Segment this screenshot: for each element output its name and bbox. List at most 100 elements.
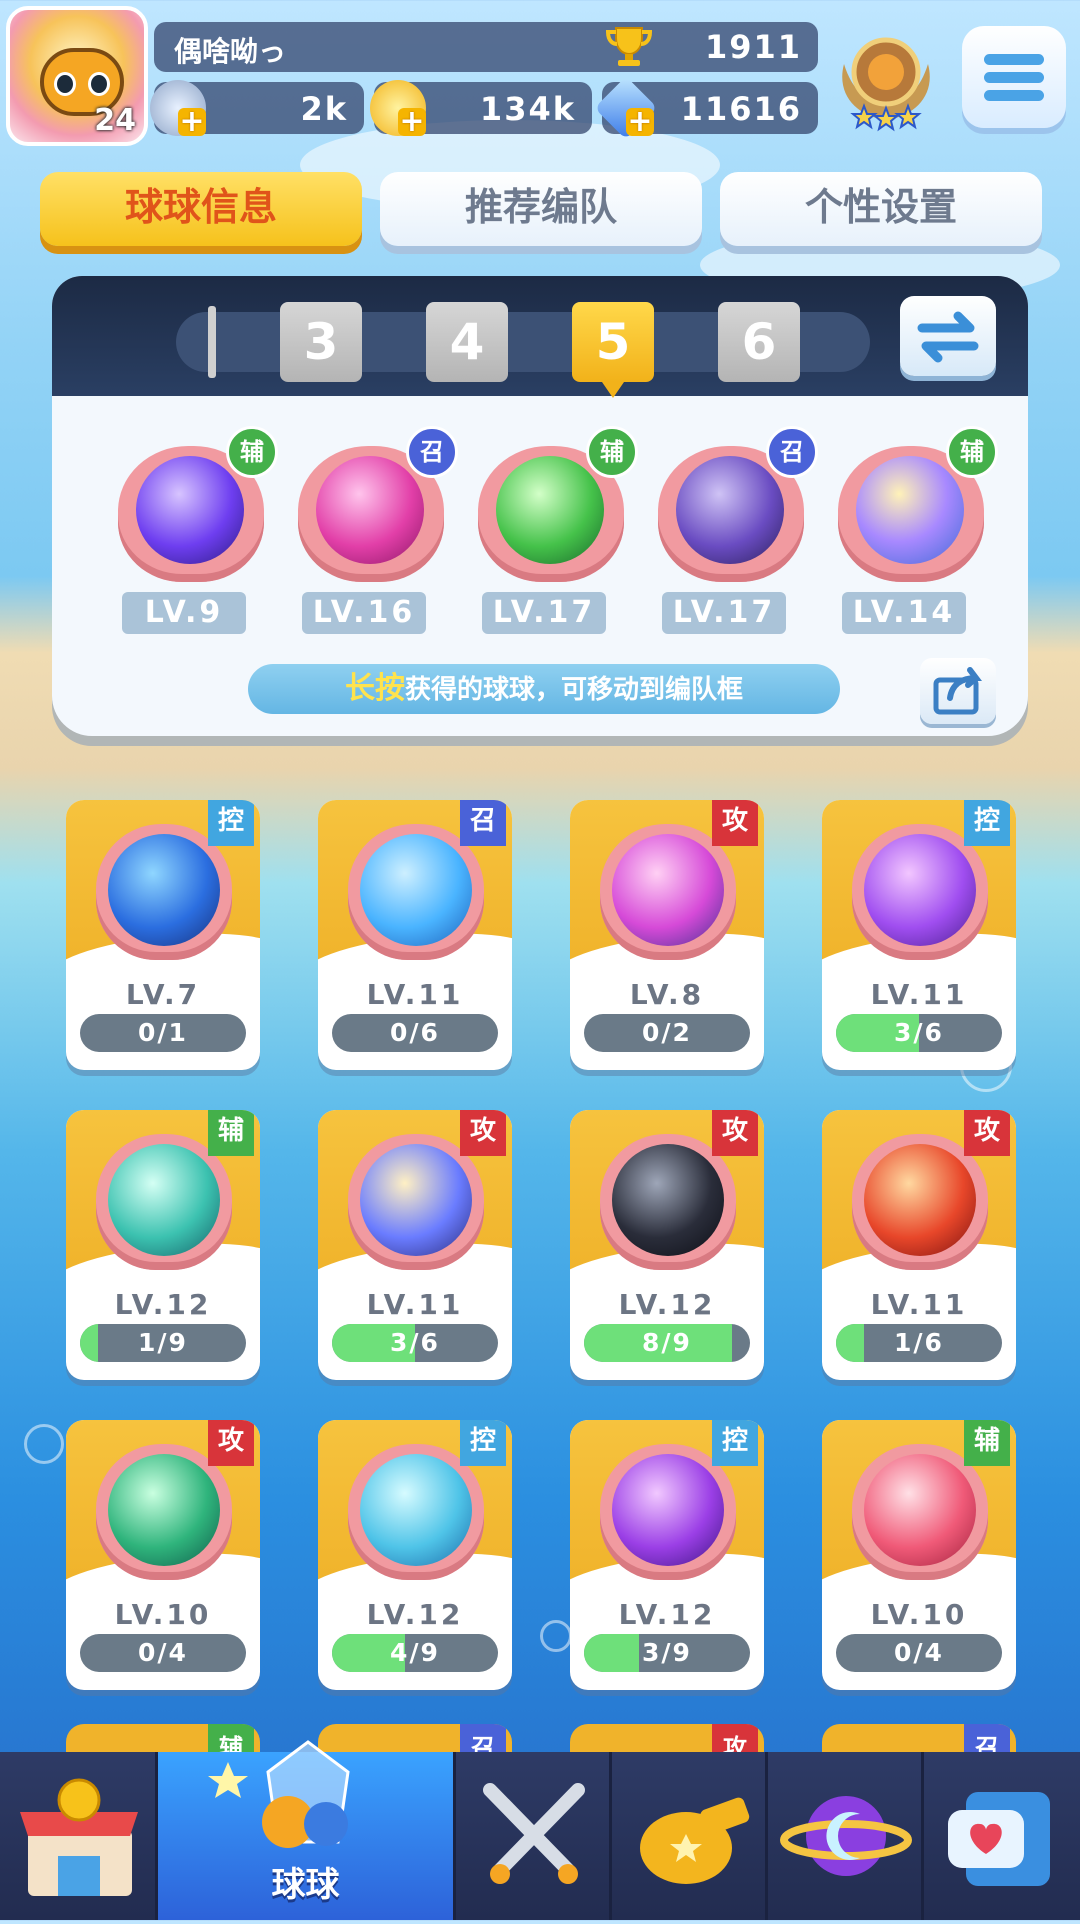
card-level: LV.11 — [870, 1288, 968, 1321]
ball-card[interactable]: 召 LV.11 0/6 — [318, 800, 512, 1070]
nav-chat[interactable] — [924, 1752, 1080, 1920]
deck-slot-level: LV.9 — [122, 592, 246, 634]
card-type-tag: 控 — [460, 1420, 506, 1466]
upgrade-progress-bar: 0/6 — [332, 1014, 498, 1052]
ball-card[interactable]: 攻 LV.11 1/6 — [822, 1110, 1016, 1380]
card-level: LV.12 — [114, 1288, 212, 1321]
main-menu-button[interactable] — [962, 26, 1066, 128]
menu-icon — [984, 54, 1044, 65]
hero-silhouette-icon — [108, 834, 220, 946]
card-level: LV.10 — [870, 1598, 968, 1631]
ball-card[interactable]: 攻 LV.12 8/9 — [570, 1110, 764, 1380]
card-type-tag: 攻 — [964, 1110, 1010, 1156]
stars-resource[interactable]: + 2k — [150, 80, 364, 137]
ball-card[interactable]: 攻 LV.11 3/6 — [318, 1110, 512, 1380]
deck-number-3[interactable]: 3 — [280, 302, 362, 382]
nav-whistle[interactable] — [612, 1752, 768, 1920]
deck-slot-level: LV.17 — [482, 592, 606, 634]
rank-medal-icon[interactable] — [836, 24, 936, 134]
dagger-icon — [316, 456, 424, 564]
support-tag: 辅 — [946, 426, 998, 478]
tab-personal-settings[interactable]: 个性设置 — [720, 172, 1042, 246]
gems-value: 11616 — [680, 90, 802, 128]
tab-recommended-team[interactable]: 推荐编队 — [380, 172, 702, 246]
swap-arrows-icon — [917, 311, 979, 363]
progress-text: 3/9 — [642, 1638, 692, 1667]
card-type-tag: 控 — [712, 1420, 758, 1466]
summon-tag: 召 — [766, 426, 818, 478]
deck-slot-4[interactable]: 召 — [648, 426, 818, 582]
trident-icon — [108, 1454, 220, 1566]
deck-slot-level: LV.16 — [302, 592, 426, 634]
player-name-bar: 偶啥呦っ 1911 — [154, 22, 818, 72]
card-type-tag: 攻 — [208, 1420, 254, 1466]
coins-resource[interactable]: + 134k — [370, 80, 592, 137]
gems-resource[interactable]: + 11616 — [594, 76, 818, 140]
card-type-tag: 召 — [460, 800, 506, 846]
potion-bottle-icon — [360, 834, 472, 946]
card-level: LV.12 — [366, 1598, 464, 1631]
deck-slot-1[interactable]: 辅 — [108, 426, 278, 582]
player-avatar[interactable]: 24 — [6, 6, 148, 146]
ball-card[interactable]: 控 LV.11 3/6 — [822, 800, 1016, 1070]
drag-hint-banner: 长按获得的球球，可移动到编队框 — [248, 664, 840, 714]
lightning-icon — [136, 456, 244, 564]
card-type-tag: 辅 — [208, 1110, 254, 1156]
stars-value: 2k — [300, 90, 348, 128]
ball-card[interactable]: 控 LV.12 4/9 — [318, 1420, 512, 1690]
nav-planet[interactable] — [768, 1752, 924, 1920]
share-button[interactable] — [920, 658, 996, 724]
heart-chat-icon — [948, 1792, 1050, 1886]
deck-slot-2[interactable]: 召 — [288, 426, 458, 582]
background-bubble — [540, 1620, 572, 1652]
trophy-count: 1911 — [704, 28, 802, 66]
deck-number-6[interactable]: 6 — [718, 302, 800, 382]
upgrade-progress-bar: 3/6 — [332, 1324, 498, 1362]
support-tag: 辅 — [226, 426, 278, 478]
ball-card[interactable]: 攻 LV.10 0/4 — [66, 1420, 260, 1690]
ball-card[interactable]: 攻 LV.8 0/2 — [570, 800, 764, 1070]
shop-icon — [20, 1778, 138, 1896]
hint-text: 获得的球球，可移动到编队框 — [404, 675, 743, 705]
upgrade-progress-bar: 0/1 — [80, 1014, 246, 1052]
nav-shop[interactable] — [0, 1752, 158, 1920]
trophy-icon — [605, 27, 653, 66]
bottom-navigation: 球球 — [0, 1740, 1080, 1920]
star-arrow-icon — [496, 456, 604, 564]
deck-number-5[interactable]: 5 — [572, 302, 654, 398]
nav-balls[interactable]: 球球 — [158, 1740, 456, 1920]
nav-battle[interactable] — [456, 1752, 612, 1920]
fire-dragon-icon — [864, 1144, 976, 1256]
card-level: LV.12 — [618, 1598, 716, 1631]
deck-slot-level: LV.17 — [662, 592, 786, 634]
ball-card[interactable]: 控 LV.7 0/1 — [66, 800, 260, 1070]
ball-card[interactable]: 辅 LV.12 1/9 — [66, 1110, 260, 1380]
spellbook-icon — [864, 834, 976, 946]
deck-panel: 3 4 5 6 辅 召 辅 召 辅 LV.9 LV.16 LV.17 LV.17… — [52, 276, 1028, 736]
support-tag: 辅 — [586, 426, 638, 478]
card-level: LV.8 — [629, 978, 705, 1011]
progress-text: 1/6 — [894, 1328, 944, 1357]
progress-text: 0/4 — [138, 1638, 188, 1667]
background-bubble — [24, 1424, 64, 1464]
ghost-icon — [676, 456, 784, 564]
progress-text: 3/6 — [894, 1018, 944, 1047]
deck-slot-3[interactable]: 辅 — [468, 426, 638, 582]
deck-slot-5[interactable]: 辅 — [828, 426, 998, 582]
prism-icon — [360, 1144, 472, 1256]
add-gems-icon[interactable]: + — [626, 107, 654, 137]
swap-deck-button[interactable] — [900, 296, 996, 376]
card-type-tag: 攻 — [712, 1110, 758, 1156]
add-coins-icon[interactable]: + — [398, 107, 426, 137]
coins-value: 134k — [479, 90, 576, 128]
card-type-tag: 控 — [964, 800, 1010, 846]
ball-card[interactable]: 辅 LV.10 0/4 — [822, 1420, 1016, 1690]
add-stars-icon[interactable]: + — [178, 107, 206, 137]
hook-icon — [612, 1454, 724, 1566]
upgrade-progress-bar: 1/9 — [80, 1324, 246, 1362]
tab-ball-info[interactable]: 球球信息 — [40, 172, 362, 246]
progress-text: 1/9 — [138, 1328, 188, 1357]
deck-number-4[interactable]: 4 — [426, 302, 508, 382]
ball-card[interactable]: 控 LV.12 3/9 — [570, 1420, 764, 1690]
upgrade-progress-bar: 1/6 — [836, 1324, 1002, 1362]
